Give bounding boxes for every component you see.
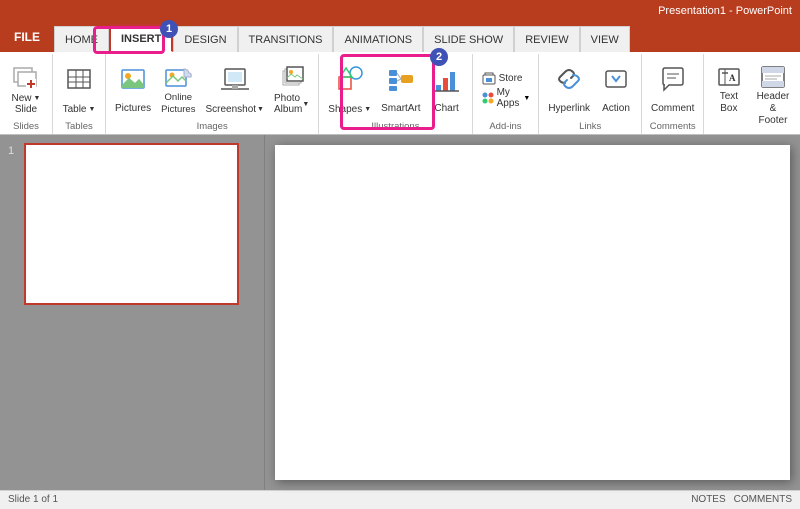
ribbon-group-links: Hyperlink Action Links — [539, 54, 642, 134]
main-slide-canvas — [275, 145, 790, 480]
tab-view[interactable]: VIEW — [580, 26, 630, 52]
action-button[interactable]: Action — [595, 58, 637, 118]
photo-album-icon — [276, 63, 308, 93]
ribbon-group-addins: Store My Apps ▼ Add-ins — [473, 54, 540, 134]
slide-count: Slide 1 of 1 — [8, 494, 58, 505]
content-area: 1 — [0, 135, 800, 490]
header-footer-button[interactable]: Header& Footer — [749, 58, 796, 118]
slide-number-label: 1 — [8, 145, 14, 157]
chevron-down-icon: ▼ — [364, 106, 371, 113]
action-label: Action — [602, 103, 630, 115]
chevron-down-icon: ▼ — [302, 101, 309, 108]
text-box-icon: A — [713, 63, 745, 91]
hyperlink-label: Hyperlink — [548, 103, 590, 115]
ribbon-group-images: Pictures OnlinePictures — [106, 54, 319, 134]
tab-design[interactable]: DESIGN — [173, 26, 237, 52]
screenshot-button[interactable]: Screenshot ▼ — [200, 58, 269, 118]
app-container: Presentation1 - PowerPoint FILE HOME INS… — [0, 0, 800, 509]
chart-label: Chart — [434, 103, 458, 115]
hyperlink-icon — [553, 63, 585, 95]
comment-icon — [657, 63, 689, 95]
images-group-label: Images — [110, 120, 314, 134]
tab-review[interactable]: REVIEW — [514, 26, 579, 52]
ribbon-toolbar: 1 2 New — [0, 52, 800, 135]
smartart-button[interactable]: SmartArt — [376, 58, 425, 118]
shapes-button[interactable]: Shapes ▼ — [323, 58, 376, 118]
screenshot-icon — [219, 63, 251, 95]
text-group-label: Text — [708, 120, 800, 134]
new-slide-icon — [10, 63, 42, 93]
tables-group-label: Tables — [57, 120, 101, 134]
pictures-label: Pictures — [115, 103, 151, 115]
text-box-button[interactable]: A TextBox — [708, 58, 749, 118]
store-icon — [481, 70, 497, 86]
comments-group-label: Comments — [646, 120, 699, 134]
online-pictures-button[interactable]: OnlinePictures — [156, 58, 200, 118]
ribbon-tabs: FILE HOME INSERT DESIGN TRANSITIONS ANIM… — [0, 22, 800, 52]
tab-slideshow[interactable]: SLIDE SHOW — [423, 26, 514, 52]
chevron-down-icon: ▼ — [523, 95, 530, 102]
addins-group-label: Add-ins — [477, 120, 535, 134]
store-button[interactable]: Store — [477, 69, 527, 87]
title-text: Presentation1 - PowerPoint — [658, 5, 792, 17]
chevron-down-icon: ▼ — [88, 106, 95, 113]
chart-button[interactable]: Chart — [426, 58, 468, 118]
comments-button[interactable]: COMMENTS — [734, 494, 792, 505]
my-apps-label: My Apps — [497, 87, 522, 109]
slide-thumbnail-1[interactable]: 1 — [24, 143, 256, 305]
notes-button[interactable]: NOTES — [691, 494, 725, 505]
main-slide-view — [265, 135, 800, 490]
text-box-label: TextBox — [720, 91, 738, 115]
store-label: Store — [499, 73, 523, 84]
ribbon-group-slides: New ▼ Slide Slides — [0, 54, 53, 134]
svg-text:A: A — [729, 73, 736, 83]
photo-album-button[interactable]: PhotoAlbum ▼ — [269, 58, 314, 118]
new-slide-button[interactable]: New ▼ Slide — [4, 58, 48, 118]
slide-panel: 1 — [0, 135, 265, 490]
ribbon-group-illustrations: Shapes ▼ Sm — [319, 54, 472, 134]
online-pictures-icon — [162, 63, 194, 92]
tab-insert[interactable]: INSERT — [109, 24, 173, 52]
chart-icon — [431, 63, 463, 95]
table-button[interactable]: Table ▼ — [57, 58, 101, 118]
ribbon-group-tables: Table ▼ Tables — [53, 54, 106, 134]
ribbon-group-text: A TextBox Heade — [704, 54, 800, 134]
comment-label: Comment — [651, 103, 694, 115]
ribbon-group-comments: Comment Comments — [642, 54, 704, 134]
tab-transitions[interactable]: TRANSITIONS — [238, 26, 334, 52]
my-apps-icon — [481, 90, 495, 106]
wordart-button[interactable]: A WordArt ▼ — [797, 58, 800, 118]
comment-button[interactable]: Comment — [646, 58, 699, 118]
chevron-down-icon: ▼ — [257, 106, 264, 113]
tab-file[interactable]: FILE — [0, 22, 54, 52]
chevron-down-icon: ▼ — [34, 95, 41, 102]
tab-animations[interactable]: ANIMATIONS — [333, 26, 423, 52]
online-pictures-label: OnlinePictures — [161, 92, 195, 115]
pictures-icon — [117, 63, 149, 95]
pictures-button[interactable]: Pictures — [110, 58, 156, 118]
illustrations-group-label: Illustrations — [323, 120, 467, 134]
title-bar: Presentation1 - PowerPoint — [0, 0, 800, 22]
header-footer-icon — [757, 63, 789, 91]
smartart-icon — [385, 63, 417, 95]
my-apps-button[interactable]: My Apps ▼ — [477, 89, 535, 107]
status-bar: Slide 1 of 1 NOTES COMMENTS — [0, 490, 800, 508]
shapes-icon — [334, 63, 366, 95]
tab-home[interactable]: HOME — [54, 26, 109, 52]
hyperlink-button[interactable]: Hyperlink — [543, 58, 595, 118]
slides-group-label: Slides — [4, 120, 48, 134]
links-group-label: Links — [543, 120, 637, 134]
table-icon — [63, 63, 95, 95]
action-icon — [600, 63, 632, 95]
